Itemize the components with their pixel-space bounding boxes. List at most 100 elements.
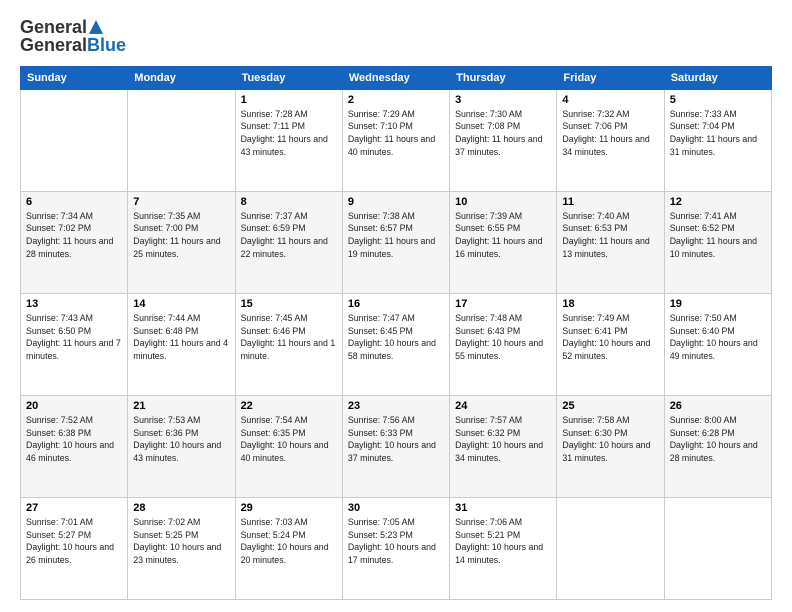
day-info: Sunrise: 7:38 AMSunset: 6:57 PMDaylight:… (348, 210, 444, 261)
day-info: Sunrise: 7:06 AMSunset: 5:21 PMDaylight:… (455, 516, 551, 567)
day-info: Sunrise: 8:00 AMSunset: 6:28 PMDaylight:… (670, 414, 766, 465)
logo-general-text: General (20, 35, 87, 55)
day-info: Sunrise: 7:58 AMSunset: 6:30 PMDaylight:… (562, 414, 658, 465)
calendar-cell: 19Sunrise: 7:50 AMSunset: 6:40 PMDayligh… (664, 293, 771, 395)
calendar-cell: 8 Sunrise: 7:37 AMSunset: 6:59 PMDaylight… (235, 191, 342, 293)
day-number: 13 (26, 298, 122, 310)
calendar-cell: 28Sunrise: 7:02 AMSunset: 5:25 PMDayligh… (128, 497, 235, 599)
weekday-header: Wednesday (342, 66, 449, 89)
day-number: 10 (455, 196, 551, 208)
logo-blue-text: Blue (87, 35, 126, 55)
calendar-cell: 20Sunrise: 7:52 AMSunset: 6:38 PMDayligh… (21, 395, 128, 497)
day-number: 19 (670, 298, 766, 310)
weekday-header: Tuesday (235, 66, 342, 89)
day-number: 11 (562, 196, 658, 208)
day-number: 31 (455, 502, 551, 514)
weekday-header: Sunday (21, 66, 128, 89)
calendar-table: SundayMondayTuesdayWednesdayThursdayFrid… (20, 66, 772, 600)
day-info: Sunrise: 7:45 AMSunset: 6:46 PMDaylight:… (241, 312, 337, 363)
calendar-cell: 23 Sunrise: 7:56 AMSunset: 6:33 PMDayligh… (342, 395, 449, 497)
day-number: 23 (348, 400, 444, 412)
logo: General GeneralBlue (20, 18, 126, 56)
weekday-header: Thursday (450, 66, 557, 89)
calendar-header-row: SundayMondayTuesdayWednesdayThursdayFrid… (21, 66, 772, 89)
day-info: Sunrise: 7:30 AMSunset: 7:08 PMDaylight:… (455, 108, 551, 159)
calendar-cell: 29Sunrise: 7:03 AMSunset: 5:24 PMDayligh… (235, 497, 342, 599)
page: General GeneralBlue SundayMondayTuesdayW… (0, 0, 792, 612)
day-info: Sunrise: 7:49 AMSunset: 6:41 PMDaylight:… (562, 312, 658, 363)
day-info: Sunrise: 7:28 AMSunset: 7:11 PMDaylight:… (241, 108, 337, 159)
calendar-week-row: 6 Sunrise: 7:34 AMSunset: 7:02 PMDaylight… (21, 191, 772, 293)
day-number: 4 (562, 94, 658, 106)
calendar-cell: 10 Sunrise: 7:39 AMSunset: 6:55 PMDayligh… (450, 191, 557, 293)
day-number: 12 (670, 196, 766, 208)
calendar-cell: 5 Sunrise: 7:33 AMSunset: 7:04 PMDaylight… (664, 89, 771, 191)
calendar-cell: 6 Sunrise: 7:34 AMSunset: 7:02 PMDaylight… (21, 191, 128, 293)
day-info: Sunrise: 7:43 AMSunset: 6:50 PMDaylight:… (26, 312, 122, 363)
day-info: Sunrise: 7:02 AMSunset: 5:25 PMDaylight:… (133, 516, 229, 567)
day-info: Sunrise: 7:54 AMSunset: 6:35 PMDaylight:… (241, 414, 337, 465)
calendar-cell: 27Sunrise: 7:01 AMSunset: 5:27 PMDayligh… (21, 497, 128, 599)
calendar-cell: 4 Sunrise: 7:32 AMSunset: 7:06 PMDaylight… (557, 89, 664, 191)
day-info: Sunrise: 7:40 AMSunset: 6:53 PMDaylight:… (562, 210, 658, 261)
day-info: Sunrise: 7:35 AMSunset: 7:00 PMDaylight:… (133, 210, 229, 261)
day-info: Sunrise: 7:03 AMSunset: 5:24 PMDaylight:… (241, 516, 337, 567)
day-info: Sunrise: 7:57 AMSunset: 6:32 PMDaylight:… (455, 414, 551, 465)
logo-triangle-icon (89, 19, 103, 35)
day-info: Sunrise: 7:01 AMSunset: 5:27 PMDaylight:… (26, 516, 122, 567)
calendar-cell: 18Sunrise: 7:49 AMSunset: 6:41 PMDayligh… (557, 293, 664, 395)
calendar-cell (128, 89, 235, 191)
day-info: Sunrise: 7:47 AMSunset: 6:45 PMDaylight:… (348, 312, 444, 363)
calendar-week-row: 27Sunrise: 7:01 AMSunset: 5:27 PMDayligh… (21, 497, 772, 599)
calendar-cell: 9 Sunrise: 7:38 AMSunset: 6:57 PMDaylight… (342, 191, 449, 293)
calendar-cell: 12 Sunrise: 7:41 AMSunset: 6:52 PMDayligh… (664, 191, 771, 293)
day-number: 5 (670, 94, 766, 106)
day-number: 22 (241, 400, 337, 412)
calendar-cell: 31 Sunrise: 7:06 AMSunset: 5:21 PMDayligh… (450, 497, 557, 599)
day-info: Sunrise: 7:05 AMSunset: 5:23 PMDaylight:… (348, 516, 444, 567)
day-number: 3 (455, 94, 551, 106)
day-number: 16 (348, 298, 444, 310)
header: General GeneralBlue (20, 18, 772, 56)
day-number: 8 (241, 196, 337, 208)
calendar-cell: 25 Sunrise: 7:58 AMSunset: 6:30 PMDayligh… (557, 395, 664, 497)
day-number: 9 (348, 196, 444, 208)
calendar-cell: 11 Sunrise: 7:40 AMSunset: 6:53 PMDayligh… (557, 191, 664, 293)
day-info: Sunrise: 7:29 AMSunset: 7:10 PMDaylight:… (348, 108, 444, 159)
calendar-cell: 17Sunrise: 7:48 AMSunset: 6:43 PMDayligh… (450, 293, 557, 395)
calendar-cell: 15 Sunrise: 7:45 AMSunset: 6:46 PMDayligh… (235, 293, 342, 395)
day-number: 14 (133, 298, 229, 310)
calendar-cell: 1Sunrise: 7:28 AMSunset: 7:11 PMDaylight… (235, 89, 342, 191)
day-number: 21 (133, 400, 229, 412)
calendar-cell (21, 89, 128, 191)
calendar-cell: 26 Sunrise: 8:00 AMSunset: 6:28 PMDayligh… (664, 395, 771, 497)
day-number: 26 (670, 400, 766, 412)
day-number: 25 (562, 400, 658, 412)
day-number: 7 (133, 196, 229, 208)
calendar-cell: 3 Sunrise: 7:30 AMSunset: 7:08 PMDaylight… (450, 89, 557, 191)
weekday-header: Saturday (664, 66, 771, 89)
day-number: 30 (348, 502, 444, 514)
weekday-header: Friday (557, 66, 664, 89)
weekday-header: Monday (128, 66, 235, 89)
day-info: Sunrise: 7:53 AMSunset: 6:36 PMDaylight:… (133, 414, 229, 465)
calendar-cell (557, 497, 664, 599)
calendar-cell: 14Sunrise: 7:44 AMSunset: 6:48 PMDayligh… (128, 293, 235, 395)
day-info: Sunrise: 7:39 AMSunset: 6:55 PMDaylight:… (455, 210, 551, 261)
day-info: Sunrise: 7:56 AMSunset: 6:33 PMDaylight:… (348, 414, 444, 465)
calendar-cell: 30 Sunrise: 7:05 AMSunset: 5:23 PMDayligh… (342, 497, 449, 599)
day-info: Sunrise: 7:33 AMSunset: 7:04 PMDaylight:… (670, 108, 766, 159)
day-info: Sunrise: 7:34 AMSunset: 7:02 PMDaylight:… (26, 210, 122, 261)
day-info: Sunrise: 7:48 AMSunset: 6:43 PMDaylight:… (455, 312, 551, 363)
calendar-cell: 22 Sunrise: 7:54 AMSunset: 6:35 PMDayligh… (235, 395, 342, 497)
day-number: 24 (455, 400, 551, 412)
day-info: Sunrise: 7:37 AMSunset: 6:59 PMDaylight:… (241, 210, 337, 261)
calendar-cell: 21 Sunrise: 7:53 AMSunset: 6:36 PMDayligh… (128, 395, 235, 497)
day-info: Sunrise: 7:41 AMSunset: 6:52 PMDaylight:… (670, 210, 766, 261)
day-number: 6 (26, 196, 122, 208)
day-number: 15 (241, 298, 337, 310)
day-info: Sunrise: 7:32 AMSunset: 7:06 PMDaylight:… (562, 108, 658, 159)
calendar-cell (664, 497, 771, 599)
day-number: 20 (26, 400, 122, 412)
calendar-cell: 24 Sunrise: 7:57 AMSunset: 6:32 PMDayligh… (450, 395, 557, 497)
